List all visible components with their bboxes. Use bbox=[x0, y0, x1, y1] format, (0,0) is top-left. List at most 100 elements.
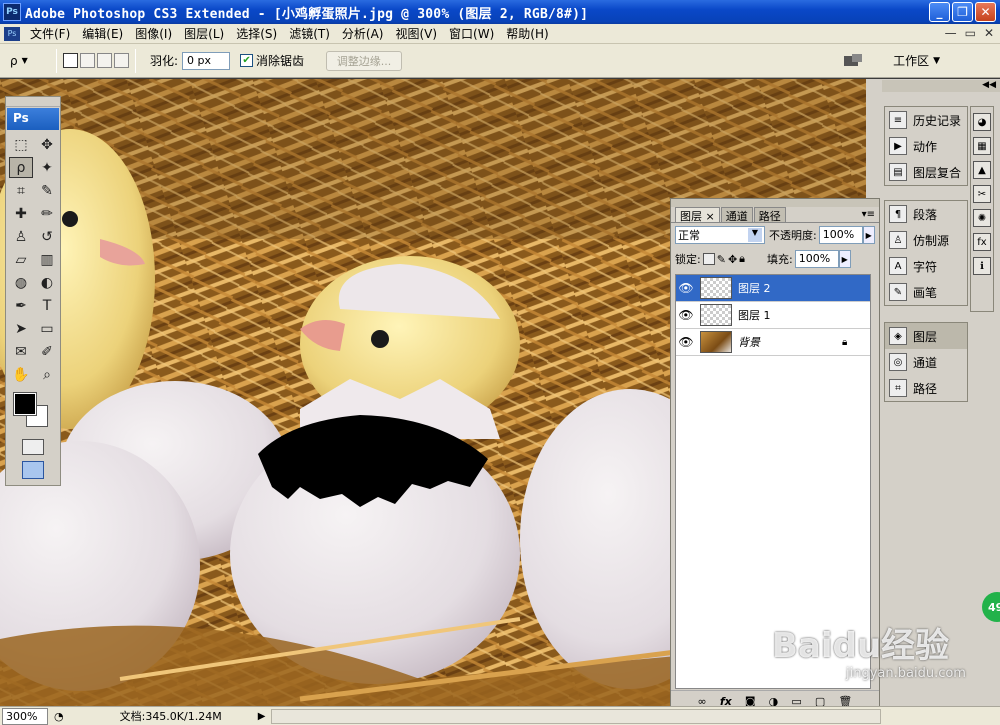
history-brush-tool-icon[interactable]: ↺ bbox=[35, 226, 59, 247]
menu-select[interactable]: 选择(S) bbox=[230, 25, 283, 42]
styles-icon[interactable]: fx bbox=[973, 233, 991, 251]
lock-transparency-icon[interactable] bbox=[702, 253, 715, 265]
eyedropper-tool-icon[interactable]: ✎ bbox=[35, 180, 59, 201]
type-tool-icon[interactable]: T bbox=[35, 295, 59, 316]
dock-channels[interactable]: ◎ 通道 bbox=[885, 349, 967, 375]
dock-collapse-bar[interactable]: ◀◀ bbox=[882, 80, 1000, 92]
add-selection-button[interactable] bbox=[80, 53, 95, 68]
eye-icon[interactable]: 👁︎ bbox=[676, 281, 696, 295]
bridge-icon[interactable] bbox=[842, 52, 864, 70]
lock-move-icon[interactable]: ✥ bbox=[728, 253, 737, 266]
eraser-tool-icon[interactable]: ▱ bbox=[9, 249, 33, 270]
brush-tool-icon[interactable]: ✏ bbox=[35, 203, 59, 224]
eye-icon[interactable]: 👁︎ bbox=[676, 335, 696, 349]
dock-paths[interactable]: ⌗ 路径 bbox=[885, 375, 967, 401]
navigator-icon[interactable]: ✺ bbox=[973, 209, 991, 227]
move-tool-icon[interactable]: ✥ bbox=[35, 134, 59, 155]
antialias-checkbox[interactable]: ✔ bbox=[240, 54, 254, 67]
fill-slider-arrow[interactable]: ▶ bbox=[838, 250, 851, 268]
notes-tool-icon[interactable]: ✉ bbox=[9, 341, 33, 362]
antialias-label: 消除锯齿 bbox=[256, 54, 305, 68]
horizontal-scrollbar[interactable] bbox=[271, 708, 882, 724]
intersect-selection-button[interactable] bbox=[114, 53, 129, 68]
swatches-icon[interactable]: ◕ bbox=[973, 113, 991, 131]
dock-character[interactable]: A 字符 bbox=[885, 253, 967, 279]
menu-filter[interactable]: 滤镜(T) bbox=[283, 25, 336, 42]
tools-panel-header[interactable] bbox=[6, 97, 60, 107]
tool-preset-picker[interactable]: ρ ▼ bbox=[10, 49, 50, 73]
refine-edge-button[interactable]: 调整边缘... bbox=[326, 50, 403, 71]
new-selection-button[interactable] bbox=[63, 53, 78, 68]
opacity-input[interactable]: 100% bbox=[818, 226, 863, 244]
dock-paragraph[interactable]: ¶ 段落 bbox=[885, 201, 967, 227]
dock-group-history: ≡ 历史记录 ▶ 动作 ▤ 图层复合 bbox=[884, 106, 968, 186]
fill-input[interactable]: 100% bbox=[794, 250, 839, 268]
stamp-tool-icon[interactable]: ♙ bbox=[9, 226, 33, 247]
dock-history[interactable]: ≡ 历史记录 bbox=[885, 107, 967, 133]
lock-all-icon[interactable]: 🔒︎ bbox=[739, 252, 745, 266]
hand-tool-icon[interactable]: ✋ bbox=[9, 364, 33, 385]
menu-file[interactable]: 文件(F) bbox=[24, 25, 76, 42]
screen-mode-icon[interactable] bbox=[22, 461, 44, 479]
dock-actions[interactable]: ▶ 动作 bbox=[885, 133, 967, 159]
layer-row[interactable]: 👁︎ 图层 2 bbox=[676, 275, 870, 302]
menu-image[interactable]: 图像(I) bbox=[129, 25, 178, 42]
grid-icon[interactable]: ▦ bbox=[973, 137, 991, 155]
dock-layer-comps[interactable]: ▤ 图层复合 bbox=[885, 159, 967, 185]
tab-layers[interactable]: 图层 × bbox=[675, 207, 720, 223]
menu-layer[interactable]: 图层(L) bbox=[178, 25, 230, 42]
menu-analysis[interactable]: 分析(A) bbox=[336, 25, 390, 42]
doc-close-icon[interactable]: ✕ bbox=[984, 26, 994, 40]
layer-row[interactable]: 👁︎ 图层 1 bbox=[676, 302, 870, 329]
magic-wand-tool-icon[interactable]: ✦ bbox=[35, 157, 59, 178]
actions-icon: ▶ bbox=[889, 137, 907, 155]
path-selection-tool-icon[interactable]: ➤ bbox=[9, 318, 33, 339]
layer-row[interactable]: 👁︎ 背景 🔒︎ bbox=[676, 329, 870, 356]
eye-icon[interactable]: 👁︎ bbox=[676, 308, 696, 322]
status-info-icon[interactable]: ◔ bbox=[54, 710, 64, 723]
feather-input[interactable]: 0 px bbox=[182, 51, 231, 70]
dodge-tool-icon[interactable]: ◐ bbox=[35, 272, 59, 293]
doc-minimize-icon[interactable]: — bbox=[945, 26, 957, 40]
zoom-input[interactable]: 300% bbox=[2, 707, 48, 725]
menu-window[interactable]: 窗口(W) bbox=[443, 25, 500, 42]
status-menu-arrow-icon[interactable]: ▶ bbox=[258, 711, 266, 722]
healing-tool-icon[interactable]: ✚ bbox=[9, 203, 33, 224]
dock-layers[interactable]: ◈ 图层 bbox=[885, 323, 967, 349]
tab-paths[interactable]: 路径 bbox=[753, 207, 786, 223]
dock-brushes[interactable]: ✎ 画笔 bbox=[885, 279, 967, 305]
menu-help[interactable]: 帮助(H) bbox=[500, 25, 554, 42]
lock-brush-icon[interactable]: ✎ bbox=[717, 253, 726, 266]
lasso-tool-icon[interactable]: ρ bbox=[9, 157, 33, 178]
subtract-selection-button[interactable] bbox=[97, 53, 112, 68]
gradient-tool-icon[interactable]: ▥ bbox=[35, 249, 59, 270]
quick-mask-icon[interactable] bbox=[22, 439, 44, 455]
workspace-button[interactable]: 工作区 ▼ bbox=[893, 52, 940, 69]
menu-edit[interactable]: 编辑(E) bbox=[76, 25, 129, 42]
opacity-slider-arrow[interactable]: ▶ bbox=[862, 226, 875, 244]
shape-tool-icon[interactable]: ▭ bbox=[35, 318, 59, 339]
menu-view[interactable]: 视图(V) bbox=[389, 25, 443, 42]
dock-clone-source[interactable]: ♙ 仿制源 bbox=[885, 227, 967, 253]
ps-badge: Ps bbox=[7, 108, 59, 130]
panel-menu-icon[interactable]: ▾≡ bbox=[862, 209, 875, 220]
crop-tool-icon[interactable]: ⌗ bbox=[9, 180, 33, 201]
close-button[interactable]: ✕ bbox=[975, 2, 996, 22]
doc-restore-icon[interactable]: ▭ bbox=[965, 26, 976, 40]
marquee-tool-icon[interactable]: ⬚ bbox=[9, 134, 33, 155]
layers-panel-collapse[interactable] bbox=[671, 199, 879, 207]
character-icon: A bbox=[889, 257, 907, 275]
maximize-button[interactable]: ❐ bbox=[952, 2, 973, 22]
pen-tool-icon[interactable]: ✒ bbox=[9, 295, 33, 316]
foreground-color-swatch[interactable] bbox=[13, 392, 37, 416]
blend-mode-select[interactable]: 正常 ▼ bbox=[675, 226, 765, 244]
tools-preset-icon[interactable]: ✂ bbox=[973, 185, 991, 203]
info-icon[interactable]: ℹ bbox=[973, 257, 991, 275]
ps-menu-icon[interactable]: Ps bbox=[4, 26, 20, 41]
blur-tool-icon[interactable]: ◍ bbox=[9, 272, 33, 293]
minimize-button[interactable]: _ bbox=[929, 2, 950, 22]
eyedropper2-tool-icon[interactable]: ✐ bbox=[35, 341, 59, 362]
zoom-tool-icon[interactable]: ⌕ bbox=[35, 364, 59, 385]
histogram-icon[interactable]: ▲ bbox=[973, 161, 991, 179]
tab-channels[interactable]: 通道 bbox=[720, 207, 753, 223]
